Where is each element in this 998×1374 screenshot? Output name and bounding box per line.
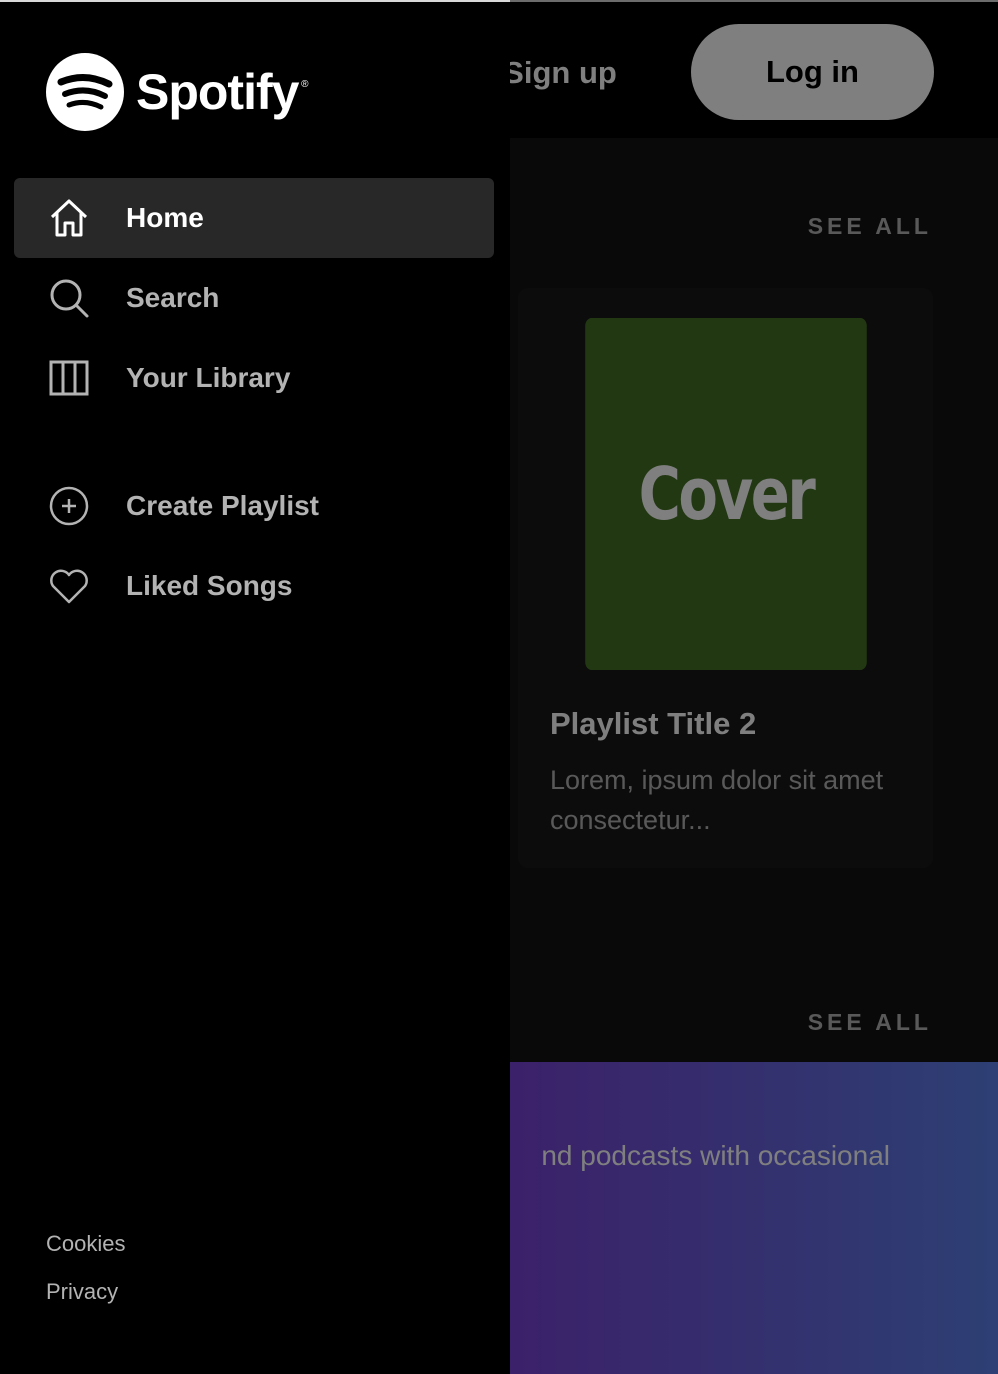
liked-songs-button[interactable]: Liked Songs [14, 546, 494, 626]
sidebar-item-label: Home [126, 202, 204, 233]
logo-wordmark: Spotify ® [136, 64, 309, 120]
create-playlist-button[interactable]: Create Playlist [14, 466, 494, 546]
privacy-link[interactable]: Privacy [46, 1279, 118, 1305]
sidebar-item-search[interactable]: Search [14, 258, 494, 338]
sidebar-item-label: Your Library [126, 362, 291, 393]
spotify-icon [46, 53, 124, 131]
spotify-logo[interactable]: Spotify ® [46, 52, 309, 132]
sidebar-item-label: Create Playlist [126, 490, 319, 521]
cookies-link[interactable]: Cookies [46, 1231, 125, 1257]
sidebar-item-library[interactable]: Your Library [14, 338, 494, 418]
home-icon [48, 197, 90, 239]
library-icon [48, 357, 90, 399]
plus-circle-icon [48, 485, 90, 527]
app-root: Sign up Log in SEE ALL Cover Playlist Ti… [0, 0, 998, 1374]
sidebar-item-home[interactable]: Home [14, 178, 494, 258]
sidebar-item-label: Liked Songs [126, 570, 293, 601]
sidebar-item-label: Search [126, 282, 220, 313]
heart-icon [48, 565, 90, 607]
search-icon [48, 277, 90, 319]
sidebar-drawer: Spotify ® Home Search Your Library Creat… [0, 0, 510, 1374]
